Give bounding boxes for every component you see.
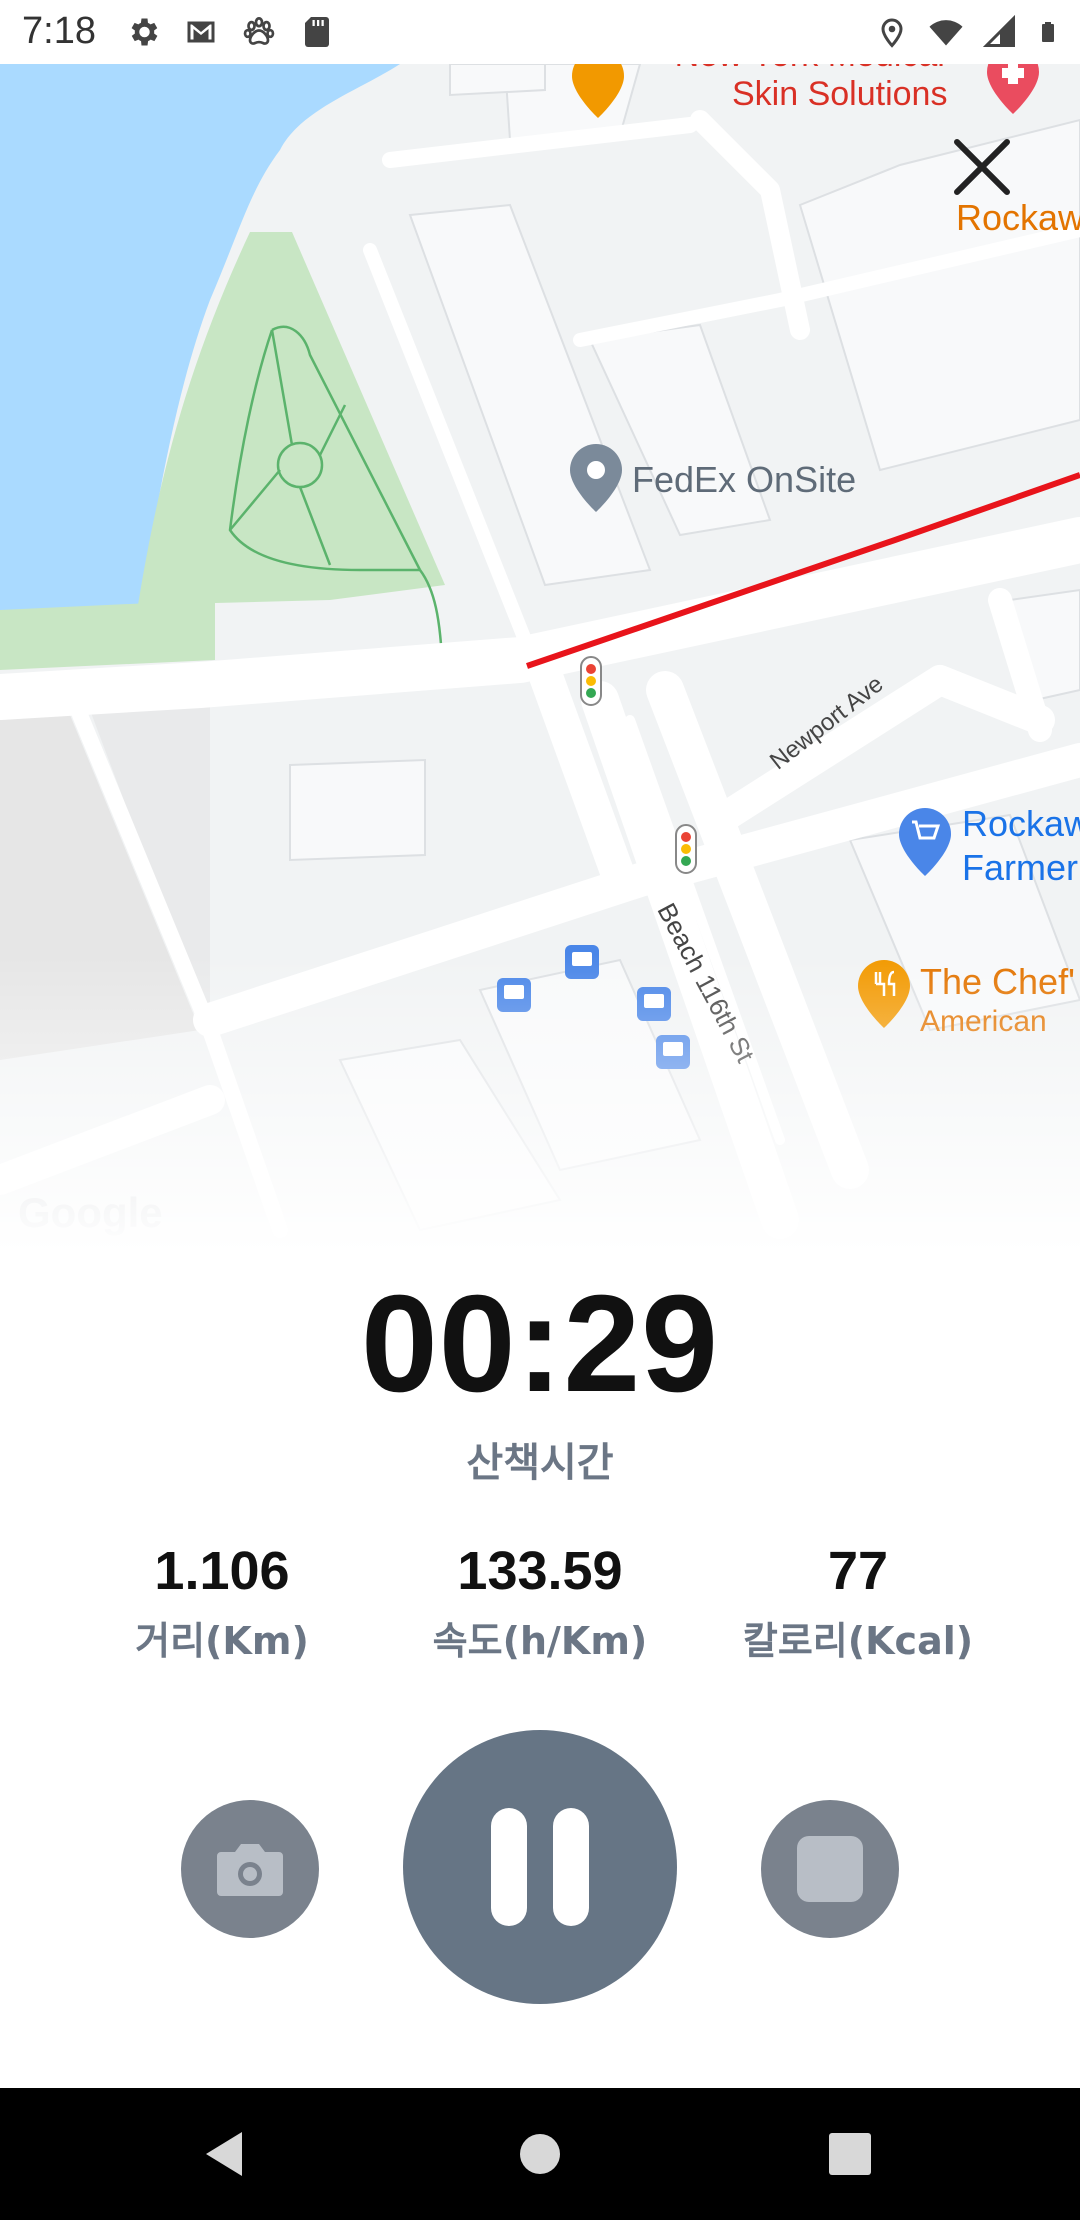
poi-label-medical[interactable]: New York Medical Skin Solutions [672,64,948,114]
camera-icon [217,1844,283,1896]
walk-time-label: 산책시간 [466,1440,614,1486]
poi-label-medical-line1: New York Medical [672,64,947,75]
battery-icon [1042,22,1054,42]
recents-icon[interactable] [814,2118,886,2190]
stop-button[interactable] [761,1800,899,1938]
pause-button[interactable] [403,1730,677,2004]
speed-stat: 133.59 속도(h/Km) [390,1540,690,1665]
system-icons [874,14,1060,50]
distance-value: 1.106 [154,1541,290,1601]
camera-button[interactable] [181,1800,319,1938]
stop-icon [797,1836,863,1902]
speed-value: 133.59 [457,1541,623,1601]
poi-label-market-line2: Farmer [962,847,1078,888]
status-time: 7:18 [22,10,96,52]
close-icon[interactable] [945,130,1019,204]
poi-label-chef[interactable]: The Chef' American [920,962,1075,1042]
calorie-label: 칼로리(Kcal) [742,1619,974,1663]
sd-card-icon [305,17,329,47]
poi-label-chef-line2: American [920,1005,1047,1038]
poi-label-chef-line1: The Chef' [920,961,1075,1002]
map-view[interactable]: New York Medical Skin Solutions Rockaw F… [0,64,1080,1254]
notification-icons [125,14,335,50]
wifi-icon [929,20,963,46]
settings-icon [131,18,158,46]
paw-icon [243,17,275,45]
poi-label-market[interactable]: Rockaw Farmer [962,802,1080,890]
calorie-stat: 77 칼로리(Kcal) [708,1540,1008,1665]
pause-icon [491,1808,589,1926]
google-logo: Google [18,1189,163,1236]
distance-stat: 1.106 거리(Km) [72,1540,372,1665]
status-bar: 7:18 [0,0,1080,64]
calorie-value: 77 [827,1541,889,1601]
poi-label-fedex[interactable]: FedEx OnSite [632,459,856,501]
walk-tracking-screen: 7:18 Skin Solutions Rockaw FedEx OnSite … [0,0,1080,2220]
cellular-icon [982,14,1015,47]
speed-label: 속도(h/Km) [432,1619,648,1663]
gmail-icon [187,21,215,43]
traffic-light-icon [580,656,602,706]
poi-label-medical-line2: Skin Solutions [732,75,948,113]
map-canvas [0,64,1080,1254]
distance-label: 거리(Km) [135,1619,309,1663]
home-icon[interactable] [504,2118,576,2190]
location-icon [881,18,903,48]
system-nav-bar [0,2088,1080,2220]
walk-time-value: 00:29 [361,1267,719,1421]
traffic-light-icon [675,824,697,874]
poi-label-market-line1: Rockaw [962,803,1080,844]
back-icon[interactable] [190,2118,262,2190]
